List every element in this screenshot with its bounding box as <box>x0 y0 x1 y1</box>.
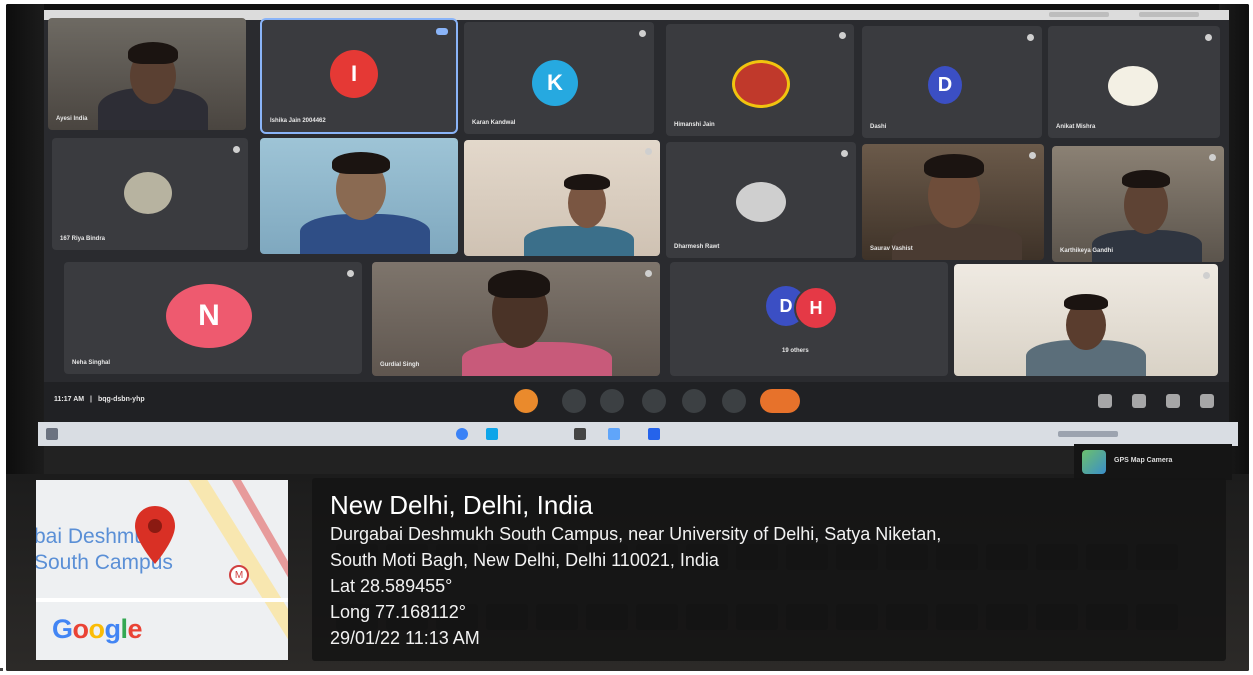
raise-hand-button[interactable] <box>642 389 666 413</box>
word-icon[interactable] <box>648 428 660 440</box>
participant-avatar: H <box>794 286 838 330</box>
participant-avatar: I <box>330 50 378 98</box>
gps-map-camera-icon <box>1082 450 1106 474</box>
participant-picture <box>732 60 790 108</box>
participant-name: Ayesi India <box>56 116 88 122</box>
participant-name: Gurdial Singh <box>380 362 420 368</box>
participant-name: Dharmesh Rawt <box>674 244 720 250</box>
participant-name: Karan Kandwal <box>472 120 516 126</box>
mic-off-icon <box>233 146 240 153</box>
google-letter: l <box>120 614 129 644</box>
participant-tile[interactable] <box>260 138 458 254</box>
others-count: 19 others <box>782 348 809 354</box>
speaking-icon <box>436 28 448 35</box>
image-artifact <box>0 668 3 671</box>
captions-button[interactable] <box>600 389 624 413</box>
participant-avatar: N <box>166 284 252 348</box>
people-icon[interactable] <box>1132 394 1146 408</box>
meeting-code: bqg-dsbn-yhp <box>97 396 145 403</box>
participant-tile[interactable] <box>954 264 1218 376</box>
participant-tile[interactable]: N Neha Singhal <box>64 262 362 374</box>
google-letter: o <box>88 614 106 644</box>
latitude: Lat 28.589455° <box>330 576 453 596</box>
map-road <box>36 598 288 602</box>
chat-icon[interactable] <box>1166 394 1180 408</box>
participant-picture <box>124 172 172 214</box>
participant-name: Saurav Vashist <box>870 246 913 252</box>
app-icon[interactable] <box>574 428 586 440</box>
windows-taskbar <box>38 422 1238 446</box>
participant-name: Karthikeya Gandhi <box>1060 248 1114 254</box>
participant-name: Neha Singhal <box>72 360 111 366</box>
participant-tile[interactable]: Karthikeya Gandhi <box>1052 146 1224 262</box>
skype-icon[interactable] <box>486 428 498 440</box>
location-info-panel: New Delhi, Delhi, India Durgabai Deshmuk… <box>312 478 1226 661</box>
participant-tile[interactable]: D Dashi <box>862 26 1042 138</box>
mic-off-icon <box>1029 152 1036 159</box>
participant-avatar: K <box>532 60 578 106</box>
google-letter: g <box>104 614 122 644</box>
meeting-info: 11:17 AM | bqg-dsbn-yhp <box>54 396 145 403</box>
participant-name: Anikat Mishra <box>1056 124 1096 130</box>
present-button[interactable] <box>682 389 706 413</box>
edge-icon[interactable] <box>456 428 468 440</box>
mic-off-icon <box>1027 34 1034 41</box>
google-logo: Google <box>52 614 143 645</box>
end-call-button[interactable] <box>760 389 800 413</box>
meeting-toolbar: 11:17 AM | bqg-dsbn-yhp <box>44 382 1229 422</box>
activities-icon[interactable] <box>1200 394 1214 408</box>
participant-tile[interactable]: D H 19 others <box>670 262 948 376</box>
datetime: 29/01/22 11:13 AM <box>330 628 480 648</box>
participant-tile[interactable]: Ayesi India <box>48 18 246 130</box>
windows-start-icon[interactable] <box>46 428 58 440</box>
mic-off-icon <box>347 270 354 277</box>
participant-avatar: D <box>928 66 962 104</box>
mic-off-icon <box>841 150 848 157</box>
participant-picture <box>1108 66 1158 106</box>
mic-off-icon <box>1205 34 1212 41</box>
mic-off-icon <box>1209 154 1216 161</box>
mic-off-icon <box>645 148 652 155</box>
longitude: Long 77.168112° <box>330 602 466 622</box>
separator: | <box>90 396 93 403</box>
participant-tile[interactable]: Anikat Mishra <box>1048 26 1220 138</box>
participant-name: Himanshi Jain <box>674 122 715 128</box>
gps-app-label: GPS Map Camera <box>1114 457 1173 464</box>
more-options-button[interactable] <box>722 389 746 413</box>
info-icon[interactable] <box>1098 394 1112 408</box>
camera-button[interactable] <box>562 389 586 413</box>
mic-off-icon <box>639 30 646 37</box>
mic-off-icon <box>1203 272 1210 279</box>
meeting-time: 11:17 AM <box>54 396 85 403</box>
participant-tile[interactable]: Dharmesh Rawt <box>666 142 856 258</box>
address-line: South Moti Bagh, New Delhi, Delhi 110021… <box>330 550 719 570</box>
metro-icon: M <box>229 565 249 585</box>
laptop-screen: Ayesi India I Ishika Jain 2004462 K Kara… <box>44 10 1229 422</box>
participant-tile[interactable]: I Ishika Jain 2004462 <box>260 18 458 134</box>
system-tray[interactable] <box>1058 431 1118 437</box>
location-map: bai Deshmukh South Campus M Google <box>36 480 288 660</box>
participant-tile[interactable]: 167 Riya Bindra <box>52 138 248 250</box>
participant-tile[interactable]: Himanshi Jain <box>666 24 854 136</box>
mic-off-icon <box>645 270 652 277</box>
participant-tile[interactable] <box>464 140 660 256</box>
location-title: New Delhi, Delhi, India <box>330 490 594 520</box>
participant-picture <box>736 182 786 222</box>
gps-app-badge: GPS Map Camera <box>1074 444 1232 480</box>
participant-name: Ishika Jain 2004462 <box>270 118 326 124</box>
google-wordmark: Google <box>52 614 143 644</box>
google-letter: e <box>127 614 143 644</box>
participant-tile[interactable]: Saurav Vashist <box>862 144 1044 260</box>
participant-name: Dashi <box>870 124 887 130</box>
participant-name: 167 Riya Bindra <box>60 236 106 242</box>
location-pin-icon <box>135 506 175 564</box>
participant-tile[interactable]: K Karan Kandwal <box>464 22 654 134</box>
google-letter: o <box>72 614 90 644</box>
participant-tile[interactable]: Gurdial Singh <box>372 262 660 376</box>
google-letter: G <box>52 614 73 644</box>
address-line: Durgabai Deshmukh South Campus, near Uni… <box>330 524 942 544</box>
microphone-button[interactable] <box>514 389 538 413</box>
explorer-icon[interactable] <box>608 428 620 440</box>
mic-off-icon <box>839 32 846 39</box>
